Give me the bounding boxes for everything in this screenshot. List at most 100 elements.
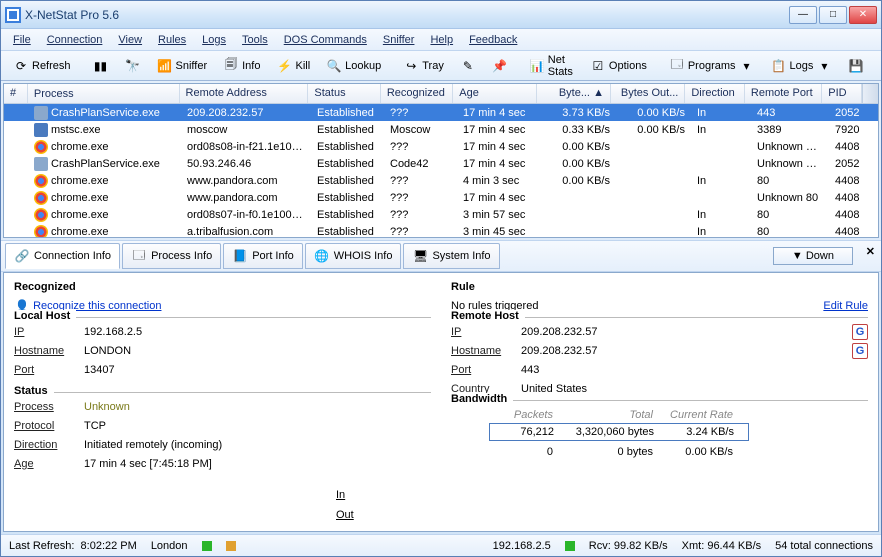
- pid: 4408: [829, 140, 869, 154]
- minimize-button[interactable]: —: [789, 6, 817, 24]
- status-rcv: Rcv: 99.82 KB/s: [589, 540, 668, 552]
- col-recognized[interactable]: Recognized: [381, 84, 453, 103]
- menubar: File Connection View Rules Logs Tools DO…: [1, 29, 881, 51]
- conn-status: Established: [311, 157, 384, 171]
- remote-address: a.tribalfusion.com: [181, 225, 311, 238]
- menu-file[interactable]: File: [7, 32, 37, 48]
- menu-help[interactable]: Help: [424, 32, 459, 48]
- remote-country: United States: [521, 383, 868, 395]
- direction: In: [691, 123, 751, 137]
- menu-tools[interactable]: Tools: [236, 32, 274, 48]
- sniffer-button[interactable]: 📶Sniffer: [150, 54, 215, 78]
- label-process: Process: [14, 401, 84, 413]
- grid-body[interactable]: CrashPlanService.exe209.208.232.57Establ…: [4, 104, 878, 237]
- menu-dos-commands[interactable]: DOS Commands: [278, 32, 373, 48]
- google-lookup-ip-button[interactable]: G: [852, 324, 868, 340]
- table-row[interactable]: chrome.exewww.pandora.comEstablished???1…: [4, 189, 878, 206]
- globe-icon: 🌐: [314, 248, 330, 264]
- system-icon: 🖥: [412, 248, 428, 264]
- bytes-out: 0.00 KB/s: [616, 123, 691, 137]
- info-button[interactable]: 🗐Info: [216, 54, 267, 78]
- col-bytes-out[interactable]: Bytes Out...: [611, 84, 685, 103]
- refresh-icon: ⟳: [13, 58, 29, 74]
- recognized: ???: [384, 140, 457, 154]
- bytes-in: [541, 197, 616, 199]
- pause-button[interactable]: ▮▮: [86, 54, 116, 78]
- tab-process-info[interactable]: 🗔Process Info: [122, 243, 221, 269]
- remote-address: moscow: [181, 123, 311, 137]
- lookup-button[interactable]: 🔍Lookup: [319, 54, 388, 78]
- col-number[interactable]: #: [4, 84, 28, 103]
- detail-tabs: 🔗Connection Info 🗔Process Info 📘Port Inf…: [1, 240, 881, 272]
- col-process[interactable]: Process: [28, 84, 180, 103]
- status-host: London: [151, 540, 188, 552]
- maximize-button[interactable]: □: [819, 6, 847, 24]
- label-ip: IP: [14, 326, 84, 338]
- table-row[interactable]: chrome.exea.tribalfusion.comEstablished?…: [4, 223, 878, 237]
- process-name: CrashPlanService.exe: [51, 158, 160, 170]
- direction: In: [691, 208, 751, 222]
- conn-status: Established: [311, 225, 384, 238]
- pid: 2052: [829, 106, 869, 120]
- pin-button[interactable]: 📌: [485, 54, 515, 78]
- remote-address: ord08s07-in-f0.1e100.net: [181, 208, 311, 222]
- connection-icon: 🔗: [14, 248, 30, 264]
- menu-connection[interactable]: Connection: [41, 32, 109, 48]
- table-row[interactable]: chrome.exeord08s08-in-f21.1e100....Estab…: [4, 138, 878, 155]
- menu-logs[interactable]: Logs: [196, 32, 232, 48]
- col-bytes-in[interactable]: Byte... ▲: [537, 84, 611, 103]
- process-name: chrome.exe: [51, 141, 108, 153]
- panel-close-button[interactable]: ✕: [866, 245, 875, 258]
- pid: 4408: [829, 225, 869, 238]
- col-remote-address[interactable]: Remote Address: [180, 84, 309, 103]
- remote-address: www.pandora.com: [181, 174, 311, 188]
- refresh-button[interactable]: ⟳Refresh: [6, 54, 78, 78]
- save-button[interactable]: 💾: [841, 54, 871, 78]
- exit-button[interactable]: 🚪Exit: [873, 54, 882, 78]
- netstats-button[interactable]: 📊Net Stats: [523, 50, 581, 82]
- table-row[interactable]: mstsc.exemoscowEstablishedMoscow17 min 4…: [4, 121, 878, 138]
- down-button[interactable]: ▼ Down: [773, 247, 853, 265]
- tray-button[interactable]: ↪Tray: [396, 54, 451, 78]
- col-remote-port[interactable]: Remote Port: [745, 84, 822, 103]
- process-icon: [34, 157, 48, 171]
- kill-button[interactable]: ⚡Kill: [269, 54, 317, 78]
- table-row[interactable]: CrashPlanService.exe209.208.232.57Establ…: [4, 104, 878, 121]
- bytes-in: [541, 214, 616, 216]
- logs-button[interactable]: 📋Logs▾: [764, 54, 840, 78]
- status-protocol: TCP: [84, 420, 431, 432]
- pin-icon: 📌: [492, 58, 508, 74]
- edit-rule-link[interactable]: Edit Rule: [823, 300, 868, 312]
- bw-out-total: 0 bytes: [559, 444, 659, 460]
- menu-feedback[interactable]: Feedback: [463, 32, 523, 48]
- local-hostname: LONDON: [84, 345, 431, 357]
- menu-view[interactable]: View: [112, 32, 148, 48]
- wand-button[interactable]: ✎: [453, 54, 483, 78]
- binoculars-button[interactable]: 🔭: [118, 54, 148, 78]
- conn-status: Established: [311, 174, 384, 188]
- col-age[interactable]: Age: [453, 84, 536, 103]
- tab-whois-info[interactable]: 🌐WHOIS Info: [305, 243, 402, 269]
- conn-status: Established: [311, 140, 384, 154]
- col-status[interactable]: Status: [308, 84, 380, 103]
- label-port: Port: [14, 364, 84, 376]
- close-button[interactable]: ✕: [849, 6, 877, 24]
- google-lookup-host-button[interactable]: G: [852, 343, 868, 359]
- options-button[interactable]: ☑Options: [583, 54, 654, 78]
- programs-button[interactable]: 🗔Programs▾: [662, 54, 762, 78]
- bw-in-label: In: [336, 489, 345, 501]
- table-row[interactable]: CrashPlanService.exe50.93.246.46Establis…: [4, 155, 878, 172]
- table-row[interactable]: chrome.exewww.pandora.comEstablished???4…: [4, 172, 878, 189]
- table-row[interactable]: chrome.exeord08s07-in-f0.1e100.netEstabl…: [4, 206, 878, 223]
- menu-rules[interactable]: Rules: [152, 32, 192, 48]
- label-age: Age: [14, 458, 84, 470]
- col-direction[interactable]: Direction: [685, 84, 745, 103]
- menu-sniffer[interactable]: Sniffer: [377, 32, 421, 48]
- tab-connection-info[interactable]: 🔗Connection Info: [5, 243, 120, 269]
- label-protocol: Protocol: [14, 420, 84, 432]
- recognized: ???: [384, 106, 457, 120]
- titlebar: X-NetStat Pro 5.6 — □ ✕: [1, 1, 881, 29]
- tab-port-info[interactable]: 📘Port Info: [223, 243, 303, 269]
- tab-system-info[interactable]: 🖥System Info: [403, 243, 499, 269]
- col-pid[interactable]: PID: [822, 84, 862, 103]
